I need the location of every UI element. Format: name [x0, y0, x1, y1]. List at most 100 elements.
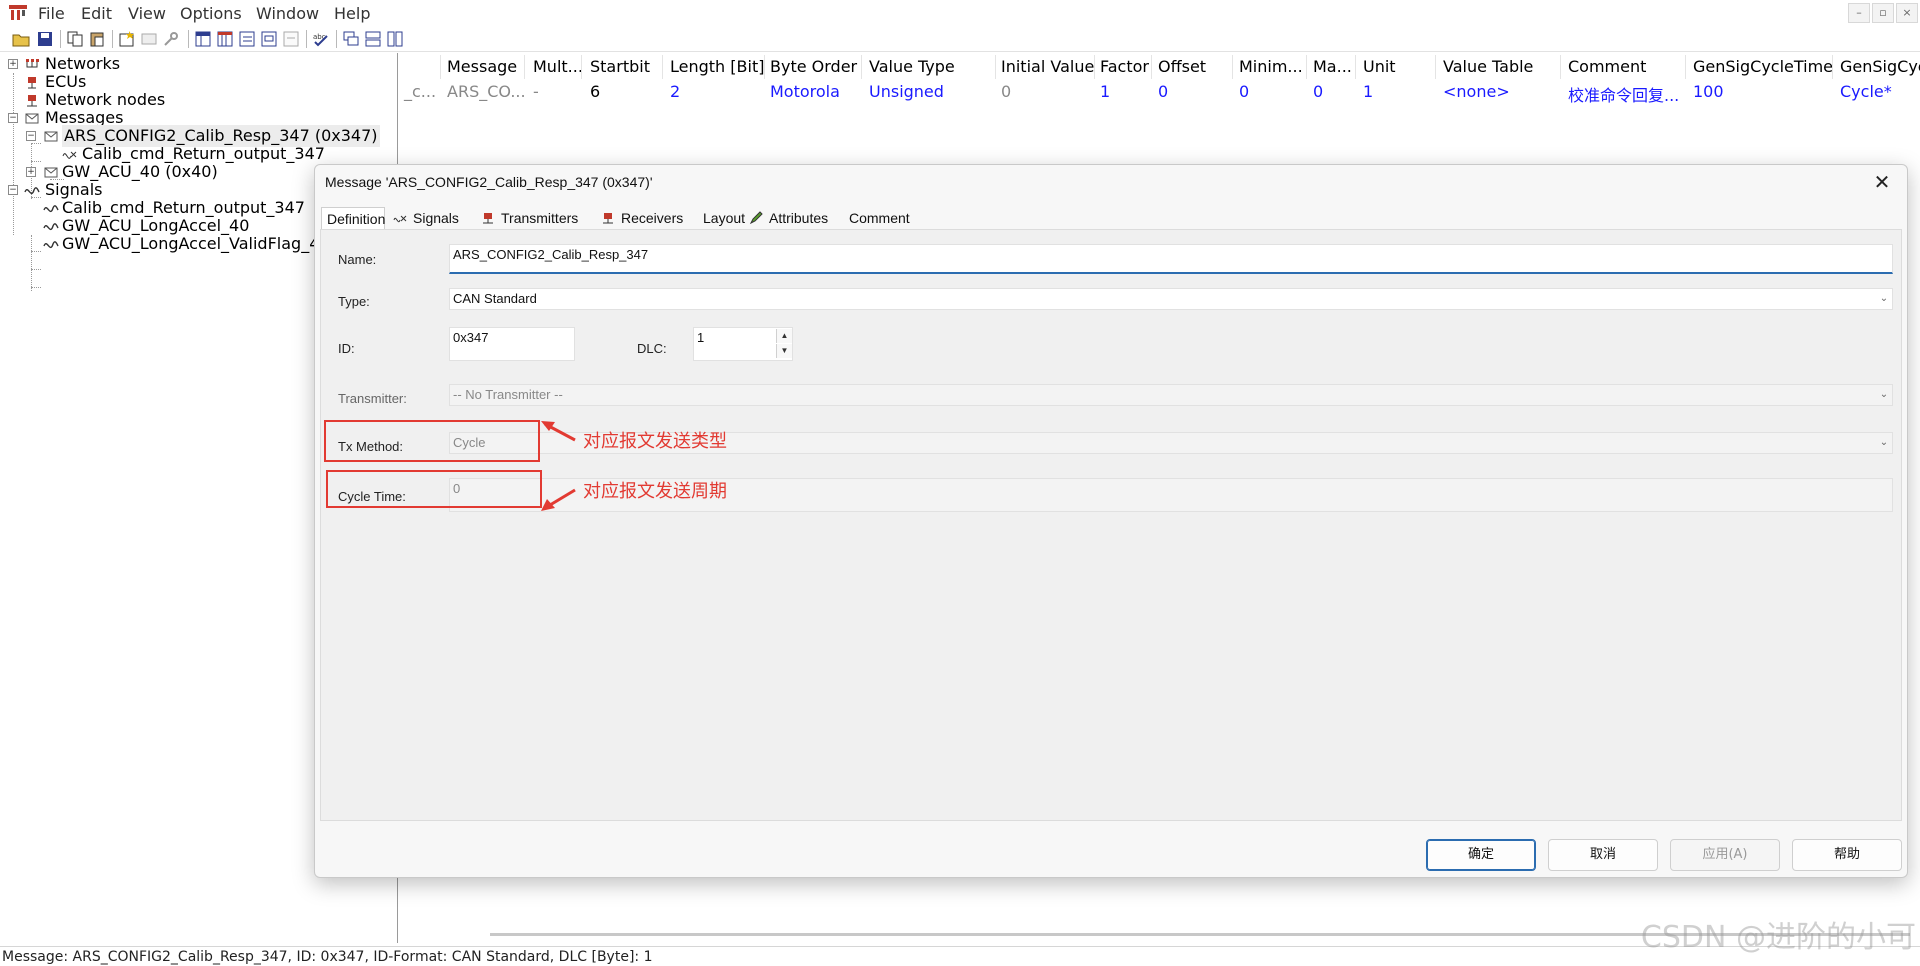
ok-button[interactable]: 确定 [1426, 839, 1536, 871]
column-header[interactable]: Message [447, 57, 517, 76]
abc-check-icon[interactable]: abc [312, 30, 330, 48]
column-header[interactable]: Unit [1363, 57, 1396, 76]
copy-icon[interactable] [66, 30, 84, 48]
table-cell[interactable]: Unsigned [869, 82, 944, 101]
menu-options[interactable]: Options [180, 4, 242, 23]
column-header[interactable]: GenSigCyc [1840, 57, 1920, 76]
column-header[interactable]: Value Table [1443, 57, 1533, 76]
table-cell[interactable]: ARS_CO... [447, 82, 526, 101]
open-folder-icon[interactable] [12, 30, 30, 48]
tile-horizontal-icon[interactable] [364, 30, 382, 48]
tab-transmitters[interactable]: Transmitters [481, 207, 578, 229]
ecu-icon [28, 77, 36, 89]
menu-file[interactable]: File [38, 4, 65, 23]
form-view-icon[interactable] [260, 30, 278, 48]
receiver-icon [603, 213, 613, 224]
type-select[interactable]: CAN Standard ⌄ [449, 288, 1893, 310]
tab-attributes[interactable]: Attributes [749, 207, 828, 229]
toolbar: abc [0, 26, 1920, 52]
cascade-windows-icon[interactable] [342, 30, 360, 48]
close-window-button[interactable]: × [1896, 3, 1918, 23]
tab-comment[interactable]: Comment [849, 207, 910, 229]
column-header[interactable]: GenSigCycleTime [1693, 57, 1833, 76]
apply-button[interactable]: 应用(A) [1670, 839, 1780, 871]
column-header[interactable]: Minim... [1239, 57, 1303, 76]
name-label: Name: [338, 252, 377, 267]
tab-definition[interactable]: Definition [321, 207, 385, 229]
close-icon[interactable]: ✕ [1869, 169, 1895, 195]
annotation-arrow-icon [541, 488, 576, 511]
restore-button[interactable]: ▫ [1872, 3, 1894, 23]
table-cell[interactable]: <none> [1443, 82, 1510, 101]
tab-label: Receivers [621, 210, 684, 226]
table-cell[interactable]: 0 [1239, 82, 1249, 101]
message-dialog: Message 'ARS_CONFIG2_Calib_Resp_347 (0x3… [314, 164, 1908, 878]
list-view-icon[interactable] [238, 30, 256, 48]
column-header[interactable]: Initial Value [1001, 57, 1094, 76]
table-cell[interactable]: Cycle* [1840, 82, 1892, 101]
chevron-down-icon: ⌄ [1879, 293, 1889, 304]
tab-label: Layout [703, 210, 746, 226]
expand-icon[interactable]: + [8, 59, 18, 69]
tab-signals[interactable]: Signals [393, 207, 459, 229]
column-header[interactable]: Factor [1100, 57, 1149, 76]
table-cell[interactable]: 6 [590, 82, 600, 101]
table-cell[interactable]: 0 [1313, 82, 1323, 101]
table-cell[interactable]: Motorola [770, 82, 840, 101]
column-header[interactable]: Ma... [1313, 57, 1352, 76]
table-cell[interactable]: 100 [1693, 82, 1724, 101]
app-icon [9, 5, 27, 20]
table-view-icon[interactable] [194, 30, 212, 48]
menu-edit[interactable]: Edit [81, 4, 112, 23]
name-field[interactable]: ARS_CONFIG2_Calib_Resp_347 [449, 244, 1893, 274]
cancel-button[interactable]: 取消 [1548, 839, 1658, 871]
tab-layout[interactable]: Layout [703, 207, 745, 229]
spin-up-icon[interactable]: ▲ [776, 329, 792, 343]
spin-down-icon[interactable]: ▼ [776, 344, 792, 358]
transmitter-select[interactable]: -- No Transmitter -- ⌄ [449, 384, 1893, 406]
signal-wave-icon [24, 187, 40, 195]
new-item-icon[interactable] [118, 30, 136, 48]
table-cell[interactable]: _c... [404, 82, 436, 101]
transmitter-label: Transmitter: [338, 391, 407, 406]
table-cell[interactable]: 校准命令回复... [1568, 82, 1679, 106]
menu-window[interactable]: Window [256, 4, 319, 23]
help-button[interactable]: 帮助 [1792, 839, 1902, 871]
tile-vertical-icon[interactable] [386, 30, 404, 48]
table-cell[interactable]: 1 [1363, 82, 1373, 101]
minimize-button[interactable]: – [1848, 3, 1870, 23]
column-header[interactable]: Byte Order [770, 57, 857, 76]
collapse-icon[interactable]: − [26, 131, 36, 141]
table-cell[interactable]: 0 [1001, 82, 1011, 101]
column-header[interactable]: Startbit [590, 57, 650, 76]
expand-icon[interactable]: + [26, 167, 36, 177]
tx-method-highlight [324, 420, 540, 462]
collapse-icon[interactable]: − [8, 113, 18, 123]
collapse-icon[interactable]: − [8, 185, 18, 195]
column-header[interactable]: Comment [1568, 57, 1646, 76]
menu-help[interactable]: Help [334, 4, 370, 23]
columns-view-icon[interactable] [216, 30, 234, 48]
column-header[interactable]: Value Type [869, 57, 955, 76]
type-value: CAN Standard [453, 291, 537, 306]
column-header[interactable]: Mult... [533, 57, 583, 76]
save-icon[interactable] [36, 30, 54, 48]
tab-receivers[interactable]: Receivers [601, 207, 683, 229]
table-cell[interactable]: 0 [1158, 82, 1168, 101]
id-field[interactable]: 0x347 [449, 327, 575, 361]
tab-label: Attributes [769, 210, 829, 226]
dlc-stepper[interactable]: 1 ▲ ▼ [693, 327, 793, 361]
column-header[interactable]: Offset [1158, 57, 1206, 76]
table-cell[interactable]: 2 [670, 82, 680, 101]
menu-view[interactable]: View [128, 4, 166, 23]
chevron-down-icon: ⌄ [1879, 437, 1889, 448]
table-cell[interactable]: 1 [1100, 82, 1110, 101]
chevron-down-icon: ⌄ [1879, 389, 1889, 400]
definition-panel: Name: ARS_CONFIG2_Calib_Resp_347 Type: C… [320, 229, 1902, 821]
table-cell[interactable]: - [533, 82, 539, 101]
transmitter-value: -- No Transmitter -- [453, 387, 563, 402]
report-view-icon [283, 31, 299, 47]
envelope-icon [44, 131, 58, 142]
column-header[interactable]: Length [Bit] [670, 57, 764, 76]
paste-icon[interactable] [88, 30, 106, 48]
